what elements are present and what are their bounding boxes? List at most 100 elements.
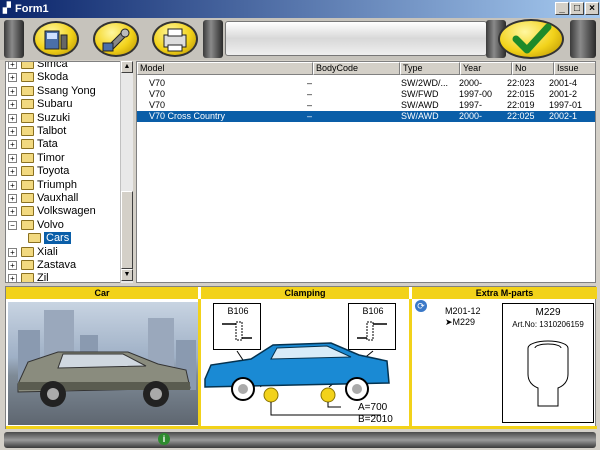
vehicle-lift-button[interactable]: [33, 21, 79, 57]
tree-item-label: Xiali: [37, 245, 58, 258]
tree-item-label: Zil: [37, 272, 49, 283]
cell-type: SW/FWD: [401, 89, 439, 99]
table-row[interactable]: V70 – SW/FWD 1997-00 22:015 2001-2: [137, 89, 595, 100]
tree-item-label: Talbot: [37, 125, 67, 137]
cell-model: V70: [149, 100, 166, 110]
expand-icon[interactable]: +: [8, 113, 17, 123]
tree-item-label: Suzuki: [37, 111, 71, 124]
table-row[interactable]: V70 – SW/AWD 1997- 22:019 1997-01: [137, 100, 595, 111]
tree-item[interactable]: + Zastava: [6, 259, 124, 272]
folder-icon: [21, 179, 34, 190]
tree-item[interactable]: + Suzuki: [6, 112, 124, 125]
toolbar-handle-left: [4, 20, 24, 58]
tree-item-label: Zastava: [37, 259, 77, 271]
tree-item[interactable]: + Triumph: [6, 179, 124, 192]
tree-item-label: Subaru: [37, 98, 73, 111]
dimension-b: B=2010: [358, 414, 393, 425]
tree-scrollbar[interactable]: ▲ ▼: [120, 61, 133, 283]
expand-icon[interactable]: +: [8, 194, 17, 203]
print-button[interactable]: [152, 21, 198, 57]
maximize-button[interactable]: □: [570, 2, 584, 15]
folder-icon: [21, 206, 34, 217]
refresh-icon[interactable]: ⟳: [415, 300, 427, 312]
confirm-button[interactable]: [498, 19, 564, 59]
column-header[interactable]: BodyCode: [313, 62, 400, 75]
expand-icon[interactable]: +: [8, 100, 17, 110]
cell-model: V70: [149, 78, 166, 88]
tree-item[interactable]: + Volkswagen: [6, 205, 124, 218]
scroll-up-button[interactable]: ▲: [121, 61, 133, 73]
expand-icon[interactable]: +: [8, 73, 17, 83]
cell-no: 22:025: [507, 111, 535, 121]
cell-no: 22:023: [507, 78, 535, 88]
part-item-selected[interactable]: ➤M229: [445, 317, 481, 328]
cell-year: 1997-: [459, 100, 483, 110]
tree-item[interactable]: + Timor: [6, 152, 124, 165]
part-detail-box: M229 Art.No: 1310206159: [502, 303, 594, 423]
tree-item[interactable]: + Zil: [6, 272, 124, 283]
part-drawing: [527, 340, 569, 407]
column-header[interactable]: Issue: [554, 62, 595, 75]
folder-icon: [21, 85, 34, 96]
expand-icon[interactable]: +: [8, 261, 17, 270]
model-grid[interactable]: Model BodyCode Type Year No Issue V70 – SW/2WD/.…: [136, 61, 596, 283]
tree-item[interactable]: + Simca: [6, 61, 124, 71]
folder-icon: [21, 246, 34, 257]
tree-item-label: Simca: [37, 61, 68, 70]
folder-icon: [21, 193, 34, 203]
folder-icon: [21, 260, 34, 270]
column-header[interactable]: No: [512, 62, 554, 75]
expand-icon[interactable]: +: [8, 86, 17, 96]
scroll-thumb[interactable]: [121, 191, 133, 269]
tree-item-label: Toyota: [37, 165, 70, 178]
expand-icon[interactable]: +: [8, 62, 17, 69]
title-bar[interactable]: ▞ Form1 _ □ ×: [0, 0, 600, 18]
expand-icon[interactable]: +: [8, 180, 17, 190]
expand-icon[interactable]: +: [8, 127, 17, 136]
part-article-number: Art.No: 1310206159: [512, 320, 584, 329]
service-tool-button[interactable]: [93, 21, 139, 57]
window-title: Form1: [15, 3, 49, 15]
tree-item[interactable]: + Vauxhall: [6, 192, 124, 205]
minimize-button[interactable]: _: [555, 2, 569, 15]
tree-item[interactable]: + Talbot: [6, 125, 124, 138]
tree-item[interactable]: + Ssang Yong: [6, 85, 124, 98]
cell-model: V70 Cross Country: [149, 111, 226, 121]
expand-icon[interactable]: +: [8, 140, 17, 150]
tree-item-label: Volvo: [37, 218, 64, 231]
column-header[interactable]: Year: [460, 62, 512, 75]
tree-item[interactable]: + Xiali: [6, 246, 124, 259]
tree-item-label: Triumph: [37, 178, 77, 191]
expand-icon[interactable]: +: [8, 247, 17, 257]
close-button[interactable]: ×: [585, 2, 599, 15]
scroll-down-button[interactable]: ▼: [121, 269, 133, 281]
manufacturer-tree[interactable]: + Simca + Skoda + Ssang Yong + Subaru + Suzuki + Ta…: [5, 61, 133, 283]
tree-item[interactable]: + Tata: [6, 138, 124, 151]
clamping-panel-header: Clamping: [201, 287, 409, 299]
cell-body: –: [307, 100, 313, 110]
tree-item[interactable]: + Toyota: [6, 165, 124, 178]
table-row[interactable]: V70 – SW/2WD/... 2000- 22:023 2001-4: [137, 78, 595, 89]
collapse-icon[interactable]: −: [8, 220, 17, 230]
folder-icon: [21, 99, 34, 110]
tree-child-item[interactable]: Cars: [6, 232, 124, 245]
info-icon[interactable]: i: [158, 433, 170, 445]
extra-parts-panel-header: Extra M-parts: [412, 287, 597, 299]
tree-item[interactable]: + Subaru: [6, 98, 124, 111]
car-panel-header: Car: [6, 287, 198, 299]
expand-icon[interactable]: +: [8, 167, 17, 177]
expand-icon[interactable]: +: [8, 274, 17, 282]
column-header[interactable]: Type: [400, 62, 460, 75]
tree-item[interactable]: − Volvo: [6, 219, 124, 232]
part-item[interactable]: M201-12: [445, 306, 481, 317]
expand-icon[interactable]: +: [8, 153, 17, 163]
cell-no: 22:015: [507, 89, 535, 99]
expand-icon[interactable]: +: [8, 207, 17, 217]
folder-icon: [21, 219, 34, 230]
tree-item[interactable]: + Skoda: [6, 71, 124, 84]
column-header[interactable]: Model: [137, 62, 313, 75]
folder-icon: [21, 62, 34, 69]
car-photo: [8, 302, 198, 425]
cell-type: SW/AWD: [401, 111, 439, 121]
table-row[interactable]: V70 Cross Country – SW/AWD 2000- 22:025 2002-…: [137, 111, 595, 122]
